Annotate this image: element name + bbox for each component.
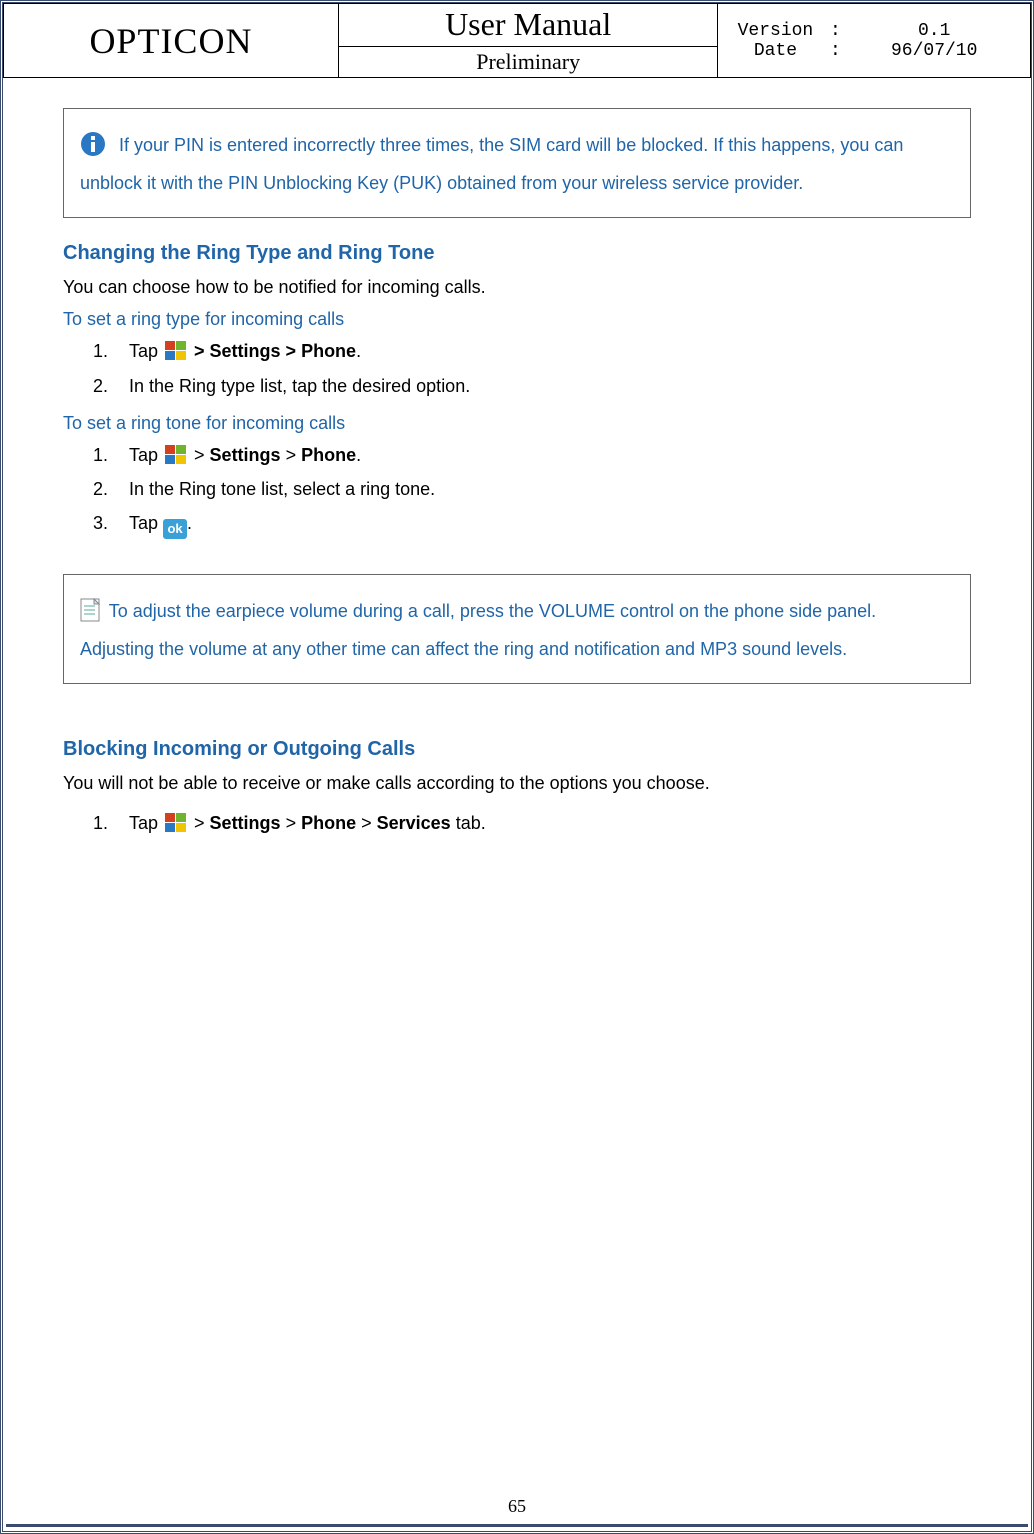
steps-list-ringtone: Tap > Settings > Phone. In the Ring tone… (113, 438, 971, 541)
step-text: > (189, 813, 210, 833)
brand-cell: OPTICON (4, 4, 339, 78)
step-text: In the Ring type list, tap the desired o… (129, 376, 470, 396)
step-text: Tap (129, 513, 163, 533)
subheading-ringtone: To set a ring tone for incoming calls (63, 413, 971, 434)
step-text: > (356, 813, 377, 833)
steps-list-ringtype: Tap > Settings > Phone. In the Ring type… (113, 334, 971, 402)
step-text: > (281, 813, 302, 833)
step-text: tab. (451, 813, 486, 833)
step-bold: Settings (210, 813, 281, 833)
version-value: 0.1 (850, 21, 1018, 41)
step-text: Tap (129, 813, 163, 833)
list-item: Tap > Settings > Phone > Services tab. (113, 806, 971, 840)
colon: : (820, 21, 850, 41)
version-row: Version : 0.1 (730, 21, 1018, 41)
windows-start-icon (165, 810, 187, 830)
tip-note-and: and MP3 (665, 639, 737, 659)
section-intro-blocking: You will not be able to receive or make … (63, 769, 971, 798)
doc-subtitle: Preliminary (476, 49, 580, 74)
step-text: Tap (129, 341, 163, 361)
page-number: 65 (3, 1496, 1031, 1517)
windows-start-icon (165, 338, 187, 358)
list-item: In the Ring type list, tap the desired o… (113, 369, 971, 403)
doc-title: User Manual (445, 6, 611, 42)
document-header: OPTICON User Manual Version : 0.1 Date :… (3, 3, 1031, 78)
step-text: > (189, 445, 210, 465)
list-item: Tap > Settings > Phone. (113, 438, 971, 472)
section-intro-ringtype: You can choose how to be notified for in… (63, 273, 971, 302)
footer-divider (6, 1524, 1028, 1527)
ok-icon: ok (163, 519, 187, 539)
step-end: . (356, 341, 361, 361)
page-content: If your PIN is entered incorrectly three… (3, 78, 1031, 840)
steps-list-blocking: Tap > Settings > Phone > Services tab. (113, 806, 971, 840)
title-cell: User Manual (338, 4, 718, 47)
date-row: Date : 96/07/10 (730, 41, 1018, 61)
list-item: In the Ring tone list, select a ring ton… (113, 472, 971, 506)
date-label: Date (730, 41, 820, 61)
meta-cell: Version : 0.1 Date : 96/07/10 (718, 4, 1031, 78)
windows-start-icon (165, 442, 187, 462)
date-value: 96/07/10 (850, 41, 1018, 61)
version-label: Version (730, 21, 820, 41)
step-bold: Services (377, 813, 451, 833)
section-heading-ringtype: Changing the Ring Type and Ring Tone (63, 242, 971, 265)
step-end: . (356, 445, 361, 465)
info-icon (80, 131, 106, 157)
colon: : (820, 41, 850, 61)
step-text: In the Ring tone list, select a ring ton… (129, 479, 435, 499)
step-bold: Settings (210, 445, 281, 465)
tip-note-text-post: sound levels. (737, 639, 847, 659)
info-note-box: If your PIN is entered incorrectly three… (63, 108, 971, 218)
tip-note-box: To adjust the earpiece volume during a c… (63, 574, 971, 684)
brand-text: OPTICON (89, 21, 252, 61)
step-bold: Phone (301, 813, 356, 833)
info-note-text: If your PIN is entered incorrectly three… (80, 135, 903, 193)
list-item: Tap > Settings > Phone. (113, 334, 971, 368)
subtitle-cell: Preliminary (338, 46, 718, 77)
list-item: Tap ok. (113, 506, 971, 540)
step-text: > (281, 445, 302, 465)
subheading-ringtype: To set a ring type for incoming calls (63, 309, 971, 330)
step-bold: Phone (301, 445, 356, 465)
section-heading-blocking: Blocking Incoming or Outgoing Calls (63, 738, 971, 761)
note-page-icon (80, 598, 100, 622)
step-end: . (187, 513, 192, 533)
step-bold: > Settings > Phone (189, 341, 356, 361)
step-text: Tap (129, 445, 163, 465)
